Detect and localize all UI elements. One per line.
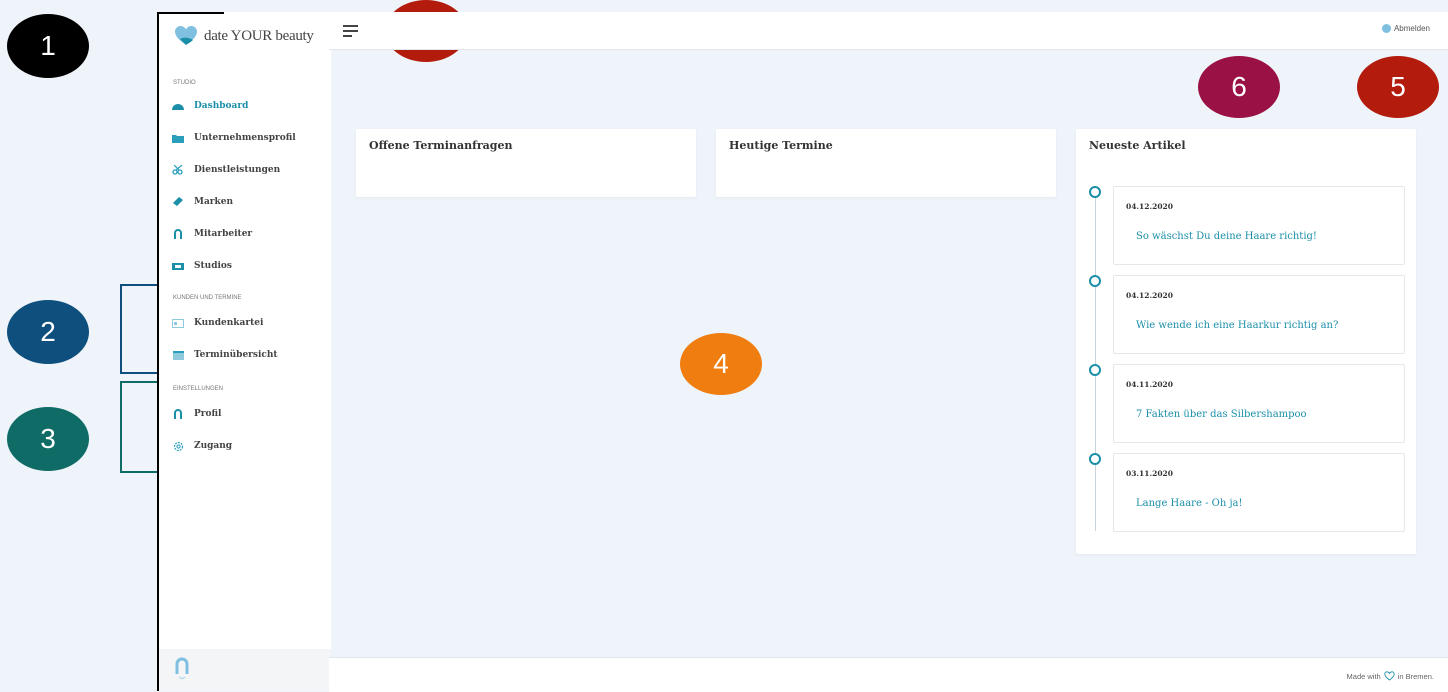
card-title: Offene Terminanfragen bbox=[369, 139, 513, 152]
sidebar-item-label: Marken bbox=[194, 197, 234, 207]
store-icon bbox=[172, 261, 184, 271]
sidebar-item-label: Terminübersicht bbox=[194, 350, 278, 360]
latest-articles-card: Neueste Artikel 04.12.2020 So wäschst Du… bbox=[1076, 129, 1416, 554]
calendar-icon bbox=[172, 350, 184, 360]
sidebar-user-area bbox=[159, 649, 331, 691]
card-icon bbox=[172, 318, 184, 328]
article-date: 04.11.2020 bbox=[1126, 380, 1173, 389]
annotation-bracket-3 bbox=[120, 381, 158, 473]
sidebar-item-mitarbeiter[interactable]: Mitarbeiter bbox=[172, 228, 253, 239]
sidebar-item-dashboard[interactable]: Dashboard bbox=[172, 101, 248, 111]
sidebar-item-label: Mitarbeiter bbox=[194, 229, 253, 239]
sidebar-item-label: Kundenkartei bbox=[194, 318, 264, 328]
timeline-dot bbox=[1089, 364, 1101, 376]
scissors-icon bbox=[172, 165, 184, 175]
timeline-dot bbox=[1089, 453, 1101, 465]
footer-prefix: Made with bbox=[1346, 671, 1381, 681]
sidebar-item-dienstleistungen[interactable]: Dienstleistungen bbox=[172, 165, 280, 175]
heart-logo-icon bbox=[175, 26, 197, 45]
annotation-bracket-2 bbox=[120, 284, 158, 374]
article-item[interactable]: 03.11.2020 Lange Haare - Oh ja! bbox=[1113, 453, 1405, 532]
topbar: Abmelden bbox=[329, 12, 1448, 50]
annotation-badge-4: 4 bbox=[680, 333, 762, 395]
sidebar-item-label: Dashboard bbox=[194, 101, 249, 111]
today-appointments-card: Heutige Termine bbox=[716, 129, 1056, 197]
sidebar-item-terminuebersicht[interactable]: Terminübersicht bbox=[172, 350, 278, 360]
footer: Made with in Bremen. bbox=[329, 657, 1448, 692]
footer-credit: Made with in Bremen. bbox=[1347, 671, 1434, 681]
timeline-dot bbox=[1089, 186, 1101, 198]
article-title-link[interactable]: Lange Haare - Oh ja! bbox=[1136, 498, 1243, 509]
article-date: 04.12.2020 bbox=[1126, 202, 1173, 211]
gear-icon bbox=[172, 441, 184, 451]
sidebar-item-marken[interactable]: Marken bbox=[172, 197, 233, 207]
annotation-badge-6: 6 bbox=[1198, 56, 1280, 118]
article-date: 04.12.2020 bbox=[1126, 291, 1173, 300]
section-label-studio: STUDIO bbox=[173, 80, 196, 86]
card-title: Neueste Artikel bbox=[1089, 139, 1186, 152]
timeline-line bbox=[1095, 191, 1096, 531]
annotation-badge-1: 1 bbox=[7, 14, 89, 78]
folder-icon bbox=[172, 133, 184, 143]
heart-icon bbox=[1384, 671, 1395, 681]
sidebar-item-kundenkartei[interactable]: Kundenkartei bbox=[172, 318, 263, 328]
annotation-badge-3: 3 bbox=[7, 407, 89, 471]
sidebar-item-label: Profil bbox=[194, 409, 222, 419]
brand-logo[interactable]: date YOUR beauty bbox=[174, 25, 314, 47]
sidebar-item-zugang[interactable]: Zugang bbox=[172, 441, 232, 451]
dashboard-icon bbox=[172, 101, 184, 111]
employee-icon bbox=[172, 228, 184, 239]
annotation-badge-5-right: 5 bbox=[1357, 56, 1439, 118]
article-date: 03.11.2020 bbox=[1126, 469, 1173, 478]
hamburger-line bbox=[343, 35, 352, 37]
open-requests-card: Offene Terminanfragen bbox=[356, 129, 696, 197]
article-item[interactable]: 04.12.2020 So wäschst Du deine Haare ric… bbox=[1113, 186, 1405, 265]
annotation-badge-2: 2 bbox=[7, 300, 89, 364]
article-title-link[interactable]: 7 Fakten über das Silbershampoo bbox=[1136, 409, 1307, 420]
avatar-icon[interactable] bbox=[174, 657, 190, 681]
logout-label: Abmelden bbox=[1393, 24, 1430, 33]
sidebar: date YOUR beauty STUDIO Dashboard Untern… bbox=[157, 12, 331, 691]
user-avatar-icon bbox=[1381, 24, 1391, 33]
user-icon bbox=[172, 408, 184, 419]
sidebar-item-label: Unternehmensprofil bbox=[194, 133, 296, 143]
sidebar-item-label: Dienstleistungen bbox=[194, 165, 281, 175]
article-item[interactable]: 04.11.2020 7 Fakten über das Silbershamp… bbox=[1113, 364, 1405, 443]
article-title-link[interactable]: Wie wende ich eine Haarkur richtig an? bbox=[1136, 320, 1338, 331]
footer-suffix: in Bremen. bbox=[1397, 671, 1434, 681]
section-label-einstellungen: EINSTELLUNGEN bbox=[173, 386, 224, 392]
menu-toggle-button[interactable] bbox=[343, 25, 358, 40]
hamburger-line bbox=[343, 30, 358, 32]
article-item[interactable]: 04.12.2020 Wie wende ich eine Haarkur ri… bbox=[1113, 275, 1405, 354]
logout-button[interactable]: Abmelden bbox=[1381, 24, 1430, 33]
timeline-dot bbox=[1089, 275, 1101, 287]
tag-icon bbox=[172, 197, 184, 207]
card-title: Heutige Termine bbox=[729, 139, 833, 152]
brand-name: date YOUR beauty bbox=[204, 27, 314, 44]
annotation-line bbox=[157, 12, 224, 14]
sidebar-item-unternehmensprofil[interactable]: Unternehmensprofil bbox=[172, 133, 296, 143]
sidebar-item-label: Zugang bbox=[194, 441, 233, 451]
sidebar-item-studios[interactable]: Studios bbox=[172, 261, 232, 271]
sidebar-item-label: Studios bbox=[194, 261, 232, 271]
sidebar-item-profil[interactable]: Profil bbox=[172, 408, 222, 419]
hamburger-icon bbox=[343, 25, 358, 27]
article-title-link[interactable]: So wäschst Du deine Haare richtig! bbox=[1136, 231, 1317, 242]
section-label-kunden: KUNDEN UND TERMINE bbox=[173, 295, 242, 301]
